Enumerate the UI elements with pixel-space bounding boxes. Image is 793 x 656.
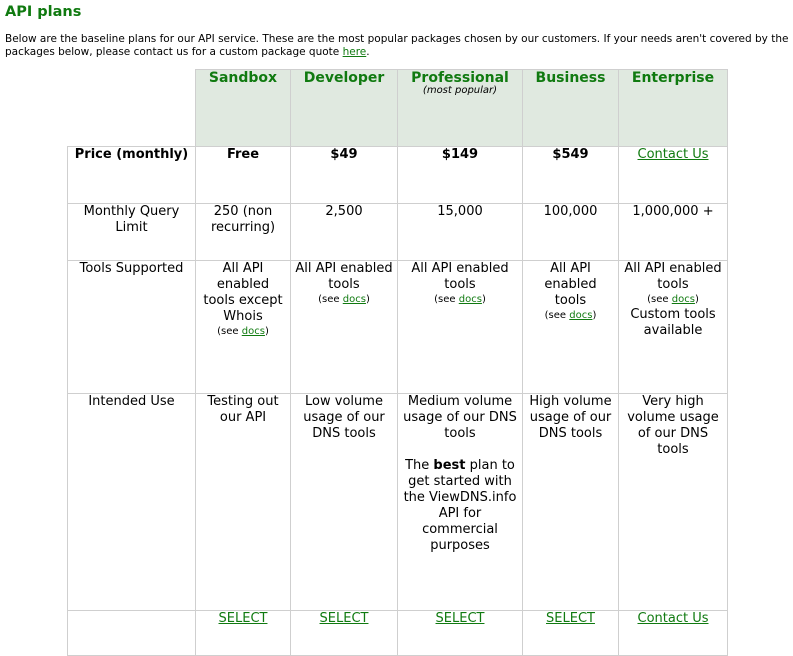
see-docs: (see docs)	[200, 325, 286, 339]
row-label-intended-use: Intended Use	[67, 393, 196, 611]
see-suffix: )	[694, 294, 699, 305]
price-sandbox: Free	[195, 146, 291, 204]
select-business-cell: SELECT	[522, 610, 619, 656]
see-docs: (see docs)	[295, 293, 393, 307]
see-prefix: (see	[434, 294, 459, 305]
plan-name: Professional	[411, 70, 509, 86]
use-enterprise: Very high volume usage of our DNS tools	[618, 393, 728, 611]
use-professional: Medium volume usage of our DNS tools The…	[397, 393, 523, 611]
select-row-label	[67, 610, 196, 656]
use-business: High volume usage of our DNS tools	[522, 393, 619, 611]
see-suffix: )	[365, 294, 370, 305]
best-plan-note: The best plan to get started with the Vi…	[402, 458, 518, 554]
query-limit-row: Monthly Query Limit 250 (non recurring) …	[67, 203, 728, 261]
use-developer: Low volume usage of our DNS tools	[290, 393, 398, 611]
custom-quote-link[interactable]: here	[343, 46, 367, 58]
docs-link[interactable]: docs	[343, 294, 366, 305]
tools-professional: All API enabled tools (see docs)	[397, 260, 523, 394]
best-before: The	[405, 458, 434, 473]
select-enterprise-cell: Contact Us	[618, 610, 728, 656]
intended-use-row: Intended Use Testing out our API Low vol…	[67, 393, 728, 611]
select-professional-link[interactable]: SELECT	[436, 611, 485, 626]
docs-link[interactable]: docs	[569, 310, 592, 321]
plan-header-enterprise: Enterprise	[618, 69, 728, 147]
plan-name: Enterprise	[631, 70, 715, 86]
plan-header-developer: Developer	[290, 69, 398, 147]
docs-link[interactable]: docs	[459, 294, 482, 305]
price-professional: $149	[397, 146, 523, 204]
see-docs: (see docs)	[527, 309, 614, 323]
row-label-price: Price (monthly)	[67, 146, 196, 204]
page-title: API plans	[5, 4, 82, 20]
plan-header-sandbox: Sandbox	[195, 69, 291, 147]
see-prefix: (see	[544, 310, 570, 321]
see-suffix: )	[592, 310, 597, 321]
tools-sandbox: All API enabled tools except Whois (see …	[195, 260, 291, 394]
select-business-link[interactable]: SELECT	[546, 611, 595, 626]
price-row: Price (monthly) Free $49 $149 $549 Conta…	[67, 146, 728, 204]
tools-text: All API enabled tools	[624, 261, 722, 292]
tools-text: All API enabled tools except Whois	[203, 261, 283, 324]
see-docs: (see docs)	[623, 293, 723, 307]
plans-table: Sandbox Developer Professional (most popu…	[67, 69, 728, 656]
query-professional: 15,000	[397, 203, 523, 261]
see-docs: (see docs)	[402, 293, 518, 307]
docs-link[interactable]: docs	[242, 326, 265, 337]
select-professional-cell: SELECT	[397, 610, 523, 656]
select-developer-cell: SELECT	[290, 610, 398, 656]
select-sandbox-link[interactable]: SELECT	[219, 611, 268, 626]
use-text: Medium volume usage of our DNS tools	[403, 394, 517, 441]
row-label-query-limit: Monthly Query Limit	[67, 203, 196, 261]
plans-header-row: Sandbox Developer Professional (most popu…	[67, 69, 728, 147]
query-enterprise: 1,000,000 +	[618, 203, 728, 261]
tools-text: All API enabled tools	[411, 261, 509, 292]
plan-name: Business	[535, 70, 606, 86]
see-prefix: (see	[217, 326, 242, 337]
price-business: $549	[522, 146, 619, 204]
query-developer: 2,500	[290, 203, 398, 261]
plan-header-professional: Professional (most popular)	[397, 69, 523, 147]
best-word: best	[433, 458, 466, 473]
see-suffix: )	[481, 294, 486, 305]
select-sandbox-cell: SELECT	[195, 610, 291, 656]
tools-text: All API enabled tools	[544, 261, 597, 308]
plan-header-business: Business	[522, 69, 619, 147]
most-popular-note: (most popular)	[422, 85, 498, 96]
tools-text: All API enabled tools	[295, 261, 393, 292]
plan-name: Sandbox	[208, 70, 278, 86]
see-suffix: )	[264, 326, 269, 337]
select-developer-link[interactable]: SELECT	[320, 611, 369, 626]
contact-us-link[interactable]: Contact Us	[638, 147, 709, 162]
intro-text: Below are the baseline plans for our API…	[5, 33, 791, 58]
docs-link[interactable]: docs	[672, 294, 695, 305]
select-row: SELECT SELECT SELECT SELECT Contact Us	[67, 610, 728, 656]
intro-end: .	[366, 45, 370, 58]
see-prefix: (see	[318, 294, 343, 305]
contact-us-select-link[interactable]: Contact Us	[638, 611, 709, 626]
tools-row: Tools Supported All API enabled tools ex…	[67, 260, 728, 394]
tools-business: All API enabled tools (see docs)	[522, 260, 619, 394]
price-enterprise: Contact Us	[618, 146, 728, 204]
intro-body: Below are the baseline plans for our API…	[5, 33, 789, 58]
query-sandbox: 250 (non recurring)	[195, 203, 291, 261]
custom-tools-text: Custom tools available	[630, 307, 716, 338]
see-prefix: (see	[647, 294, 672, 305]
plan-name: Developer	[303, 70, 385, 86]
row-label-tools: Tools Supported	[67, 260, 196, 394]
corner-cell	[67, 69, 196, 147]
tools-developer: All API enabled tools (see docs)	[290, 260, 398, 394]
use-sandbox: Testing out our API	[195, 393, 291, 611]
query-business: 100,000	[522, 203, 619, 261]
price-developer: $49	[290, 146, 398, 204]
tools-enterprise: All API enabled tools (see docs) Custom …	[618, 260, 728, 394]
